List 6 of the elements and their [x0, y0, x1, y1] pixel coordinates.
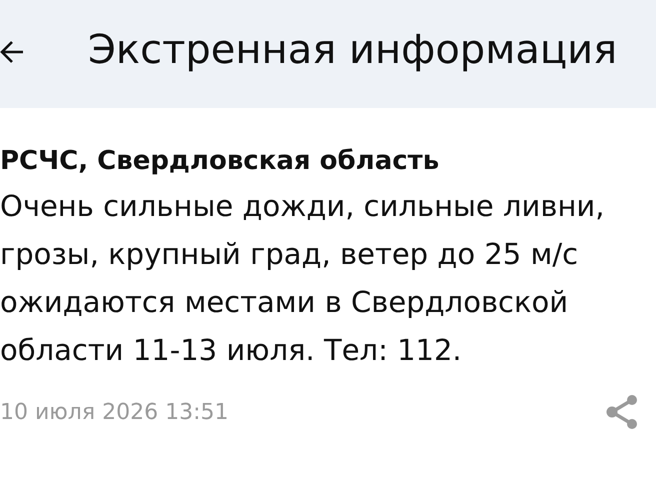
screen-title: Экстренная информация: [88, 27, 618, 73]
back-icon[interactable]: [0, 40, 24, 64]
share-icon[interactable]: [604, 394, 640, 430]
message-source: РСЧС, Свердловская область: [0, 145, 440, 178]
message-text: Очень сильные дожди, сильные ливни, грозы, крупный град, ветер до 25 м/с ожидаются местами в Свердловской области 11-13 июля. Тел: 112.: [0, 188, 606, 369]
message-date: 10 июля 2026 13:51: [0, 400, 228, 424]
